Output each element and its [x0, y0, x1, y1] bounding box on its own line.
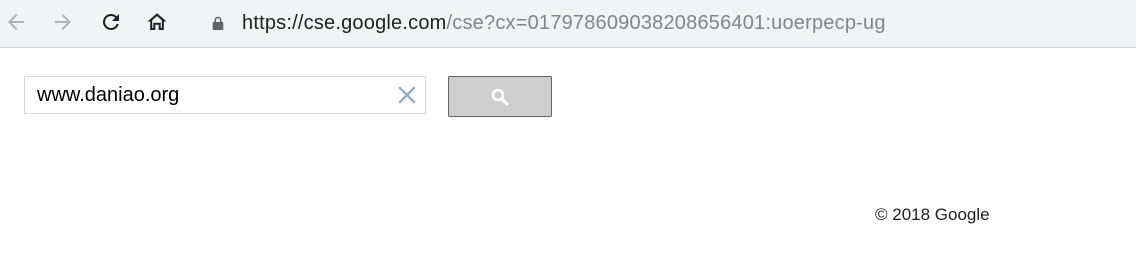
- close-icon: [398, 86, 416, 104]
- reload-icon: [102, 13, 119, 30]
- url-path: /cse?cx=017978609038208656401:uoerpecp-u…: [446, 12, 886, 34]
- url-host: https://cse.google.com: [242, 12, 447, 34]
- address-bar[interactable]: https://cse.google.com/cse?cx=0179786090…: [194, 5, 1124, 41]
- search-box: [24, 76, 426, 114]
- home-button[interactable]: [141, 6, 173, 38]
- arrow-left-icon: [8, 14, 24, 30]
- url-text: https://cse.google.com/cse?cx=0179786090…: [242, 11, 886, 35]
- home-icon: [147, 13, 167, 30]
- forward-button[interactable]: [47, 6, 79, 38]
- browser-toolbar: https://cse.google.com/cse?cx=0179786090…: [0, 0, 1136, 48]
- copyright-text: © 2018 Google: [875, 205, 990, 224]
- reload-button[interactable]: [95, 6, 127, 38]
- back-button[interactable]: [0, 6, 32, 38]
- search-button[interactable]: [448, 76, 552, 117]
- lock-icon: [212, 16, 224, 30]
- search-icon: [491, 88, 509, 106]
- clear-search-button[interactable]: [397, 85, 417, 105]
- arrow-right-icon: [55, 14, 71, 30]
- search-input[interactable]: [37, 77, 387, 113]
